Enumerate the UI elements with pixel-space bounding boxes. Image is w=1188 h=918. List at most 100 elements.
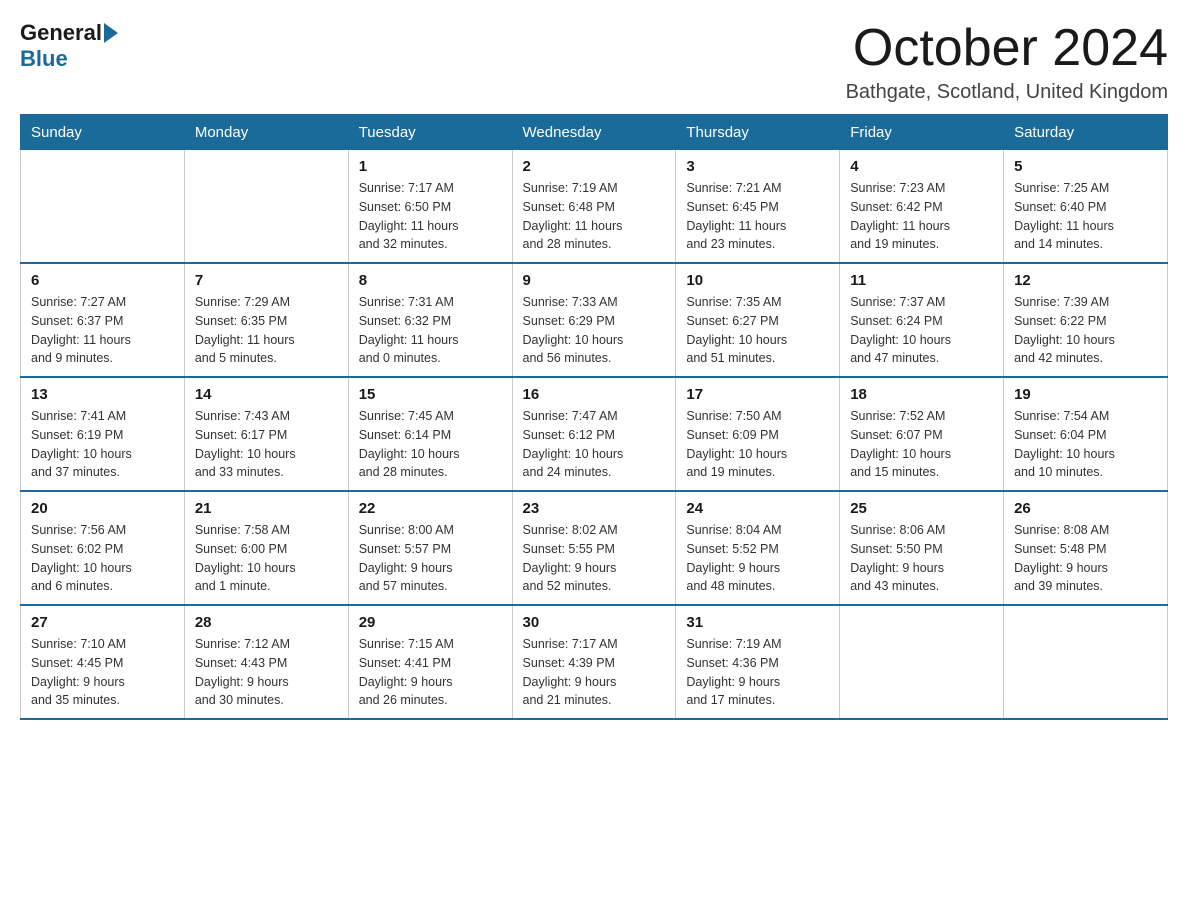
calendar-body: 1 Sunrise: 7:17 AM Sunset: 6:50 PM Daylig… — [21, 150, 1168, 720]
col-saturday: Saturday — [1004, 115, 1168, 150]
day-number: 17 — [686, 386, 829, 403]
calendar-cell: 10 Sunrise: 7:35 AM Sunset: 6:27 PM Dayli… — [676, 263, 840, 377]
day-number: 8 — [359, 272, 502, 289]
day-number: 19 — [1014, 386, 1157, 403]
calendar-cell — [840, 605, 1004, 719]
day-info: Sunrise: 8:00 AM Sunset: 5:57 PM Dayligh… — [359, 521, 502, 596]
day-number: 9 — [523, 272, 666, 289]
calendar-cell: 5 Sunrise: 7:25 AM Sunset: 6:40 PM Daylig… — [1004, 150, 1168, 264]
day-info: Sunrise: 8:04 AM Sunset: 5:52 PM Dayligh… — [686, 521, 829, 596]
calendar-cell: 14Sunrise: 7:43 AM Sunset: 6:17 PM Dayli… — [184, 377, 348, 491]
day-number: 4 — [850, 158, 993, 175]
calendar-cell: 8 Sunrise: 7:31 AM Sunset: 6:32 PM Daylig… — [348, 263, 512, 377]
day-info: Sunrise: 7:29 AM Sunset: 6:35 PM Dayligh… — [195, 293, 338, 368]
calendar-cell: 29Sunrise: 7:15 AM Sunset: 4:41 PM Dayli… — [348, 605, 512, 719]
day-info: Sunrise: 7:33 AM Sunset: 6:29 PM Dayligh… — [523, 293, 666, 368]
calendar-week-row: 6 Sunrise: 7:27 AM Sunset: 6:37 PM Daylig… — [21, 263, 1168, 377]
day-number: 23 — [523, 500, 666, 517]
day-info: Sunrise: 7:54 AM Sunset: 6:04 PM Dayligh… — [1014, 407, 1157, 482]
day-info: Sunrise: 7:41 AM Sunset: 6:19 PM Dayligh… — [31, 407, 174, 482]
day-info: Sunrise: 7:58 AM Sunset: 6:00 PM Dayligh… — [195, 521, 338, 596]
calendar-week-row: 13Sunrise: 7:41 AM Sunset: 6:19 PM Dayli… — [21, 377, 1168, 491]
calendar-cell: 17Sunrise: 7:50 AM Sunset: 6:09 PM Dayli… — [676, 377, 840, 491]
calendar-cell: 22 Sunrise: 8:00 AM Sunset: 5:57 PM Dayli… — [348, 491, 512, 605]
logo-blue-text: Blue — [20, 46, 68, 72]
calendar-cell — [1004, 605, 1168, 719]
calendar-cell — [184, 150, 348, 264]
day-number: 6 — [31, 272, 174, 289]
calendar-cell: 6 Sunrise: 7:27 AM Sunset: 6:37 PM Daylig… — [21, 263, 185, 377]
day-number: 11 — [850, 272, 993, 289]
day-info: Sunrise: 7:10 AM Sunset: 4:45 PM Dayligh… — [31, 635, 174, 710]
col-monday: Monday — [184, 115, 348, 150]
page-header: General Blue October 2024 Bathgate, Scot… — [20, 20, 1168, 104]
day-number: 22 — [359, 500, 502, 517]
day-info: Sunrise: 7:19 AM Sunset: 6:48 PM Dayligh… — [523, 179, 666, 254]
calendar-cell: 23 Sunrise: 8:02 AM Sunset: 5:55 PM Dayli… — [512, 491, 676, 605]
col-wednesday: Wednesday — [512, 115, 676, 150]
day-info: Sunrise: 7:25 AM Sunset: 6:40 PM Dayligh… — [1014, 179, 1157, 254]
calendar-cell: 27 Sunrise: 7:10 AM Sunset: 4:45 PM Dayli… — [21, 605, 185, 719]
day-info: Sunrise: 7:35 AM Sunset: 6:27 PM Dayligh… — [686, 293, 829, 368]
day-number: 30 — [523, 614, 666, 631]
col-thursday: Thursday — [676, 115, 840, 150]
day-number: 1 — [359, 158, 502, 175]
title-area: October 2024 Bathgate, Scotland, United … — [846, 20, 1168, 104]
day-number: 26 — [1014, 500, 1157, 517]
day-info: Sunrise: 7:56 AM Sunset: 6:02 PM Dayligh… — [31, 521, 174, 596]
day-info: Sunrise: 7:23 AM Sunset: 6:42 PM Dayligh… — [850, 179, 993, 254]
day-info: Sunrise: 7:21 AM Sunset: 6:45 PM Dayligh… — [686, 179, 829, 254]
day-number: 27 — [31, 614, 174, 631]
calendar-cell: 18Sunrise: 7:52 AM Sunset: 6:07 PM Dayli… — [840, 377, 1004, 491]
day-info: Sunrise: 7:27 AM Sunset: 6:37 PM Dayligh… — [31, 293, 174, 368]
day-info: Sunrise: 7:17 AM Sunset: 6:50 PM Dayligh… — [359, 179, 502, 254]
calendar-cell: 9 Sunrise: 7:33 AM Sunset: 6:29 PM Daylig… — [512, 263, 676, 377]
day-info: Sunrise: 7:52 AM Sunset: 6:07 PM Dayligh… — [850, 407, 993, 482]
day-info: Sunrise: 8:08 AM Sunset: 5:48 PM Dayligh… — [1014, 521, 1157, 596]
day-info: Sunrise: 8:06 AM Sunset: 5:50 PM Dayligh… — [850, 521, 993, 596]
calendar-cell: 30Sunrise: 7:17 AM Sunset: 4:39 PM Dayli… — [512, 605, 676, 719]
day-number: 12 — [1014, 272, 1157, 289]
calendar-cell: 11 Sunrise: 7:37 AM Sunset: 6:24 PM Dayli… — [840, 263, 1004, 377]
calendar-cell: 15 Sunrise: 7:45 AM Sunset: 6:14 PM Dayli… — [348, 377, 512, 491]
calendar-table: Sunday Monday Tuesday Wednesday Thursday… — [20, 114, 1168, 720]
logo: General Blue — [20, 20, 120, 72]
calendar-week-row: 20 Sunrise: 7:56 AM Sunset: 6:02 PM Dayli… — [21, 491, 1168, 605]
calendar-cell: 26 Sunrise: 8:08 AM Sunset: 5:48 PM Dayli… — [1004, 491, 1168, 605]
col-friday: Friday — [840, 115, 1004, 150]
day-number: 7 — [195, 272, 338, 289]
calendar-cell: 31Sunrise: 7:19 AM Sunset: 4:36 PM Dayli… — [676, 605, 840, 719]
calendar-cell: 12 Sunrise: 7:39 AM Sunset: 6:22 PM Dayli… — [1004, 263, 1168, 377]
day-info: Sunrise: 7:31 AM Sunset: 6:32 PM Dayligh… — [359, 293, 502, 368]
day-number: 5 — [1014, 158, 1157, 175]
col-sunday: Sunday — [21, 115, 185, 150]
day-info: Sunrise: 8:02 AM Sunset: 5:55 PM Dayligh… — [523, 521, 666, 596]
calendar-cell: 13Sunrise: 7:41 AM Sunset: 6:19 PM Dayli… — [21, 377, 185, 491]
day-number: 10 — [686, 272, 829, 289]
day-number: 21 — [195, 500, 338, 517]
logo-general-text: General — [20, 20, 102, 46]
calendar-week-row: 1 Sunrise: 7:17 AM Sunset: 6:50 PM Daylig… — [21, 150, 1168, 264]
calendar-cell: 7 Sunrise: 7:29 AM Sunset: 6:35 PM Daylig… — [184, 263, 348, 377]
calendar-cell: 28Sunrise: 7:12 AM Sunset: 4:43 PM Dayli… — [184, 605, 348, 719]
day-info: Sunrise: 7:43 AM Sunset: 6:17 PM Dayligh… — [195, 407, 338, 482]
day-info: Sunrise: 7:37 AM Sunset: 6:24 PM Dayligh… — [850, 293, 993, 368]
day-number: 2 — [523, 158, 666, 175]
calendar-week-row: 27 Sunrise: 7:10 AM Sunset: 4:45 PM Dayli… — [21, 605, 1168, 719]
day-info: Sunrise: 7:19 AM Sunset: 4:36 PM Dayligh… — [686, 635, 829, 710]
day-number: 3 — [686, 158, 829, 175]
calendar-cell: 16Sunrise: 7:47 AM Sunset: 6:12 PM Dayli… — [512, 377, 676, 491]
calendar-cell: 25 Sunrise: 8:06 AM Sunset: 5:50 PM Dayli… — [840, 491, 1004, 605]
day-number: 24 — [686, 500, 829, 517]
day-number: 25 — [850, 500, 993, 517]
day-number: 28 — [195, 614, 338, 631]
calendar-cell: 1 Sunrise: 7:17 AM Sunset: 6:50 PM Daylig… — [348, 150, 512, 264]
col-tuesday: Tuesday — [348, 115, 512, 150]
day-info: Sunrise: 7:45 AM Sunset: 6:14 PM Dayligh… — [359, 407, 502, 482]
calendar-cell: 3 Sunrise: 7:21 AM Sunset: 6:45 PM Daylig… — [676, 150, 840, 264]
day-number: 15 — [359, 386, 502, 403]
day-number: 20 — [31, 500, 174, 517]
logo-arrow-icon — [104, 23, 118, 43]
location-text: Bathgate, Scotland, United Kingdom — [846, 81, 1168, 104]
day-info: Sunrise: 7:39 AM Sunset: 6:22 PM Dayligh… — [1014, 293, 1157, 368]
